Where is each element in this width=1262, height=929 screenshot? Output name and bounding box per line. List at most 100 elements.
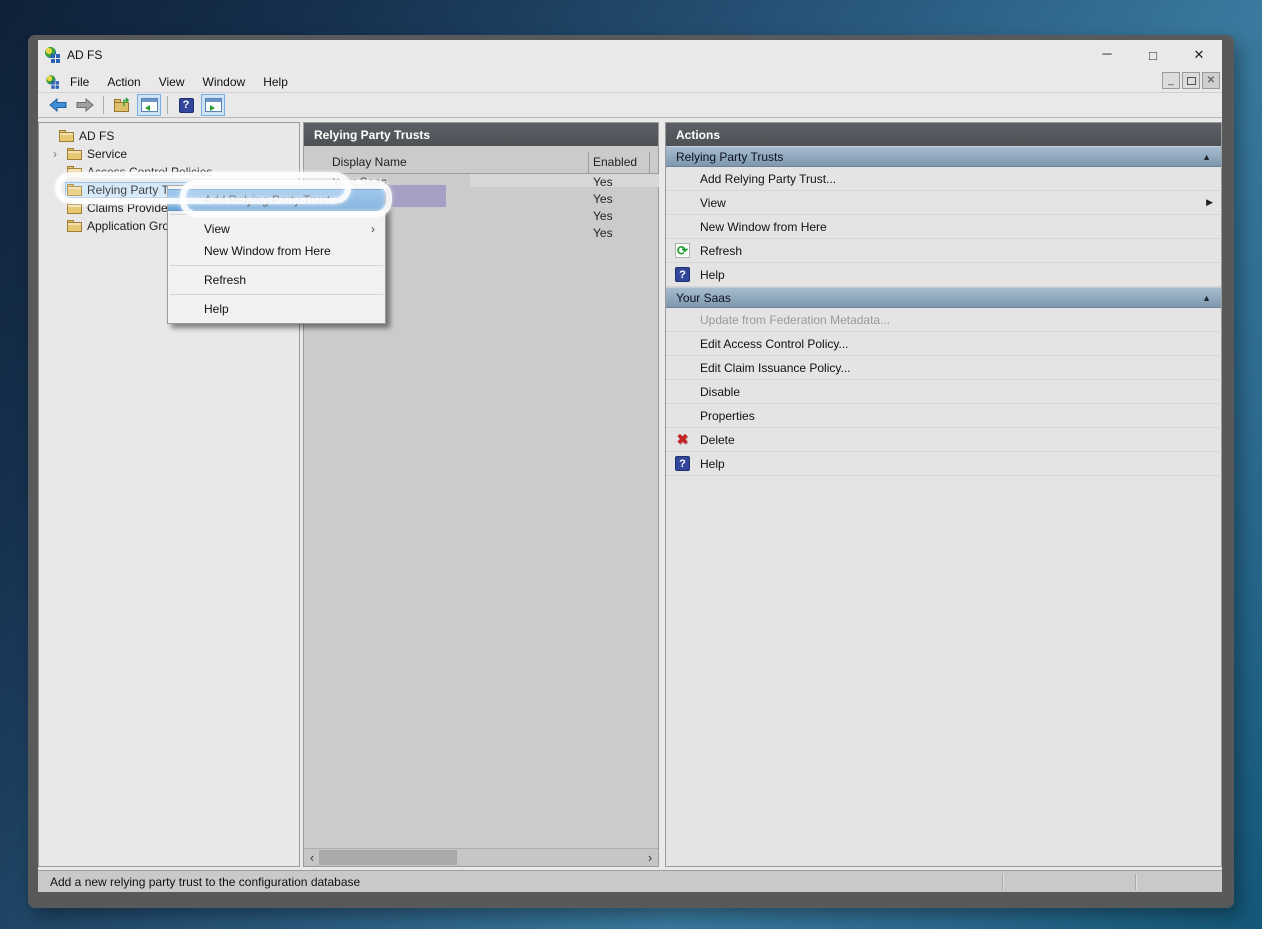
minimize-button[interactable]: ─ xyxy=(1084,40,1130,70)
menu-window[interactable]: Window xyxy=(194,73,255,91)
column-separator[interactable] xyxy=(649,152,650,174)
help-icon: ? xyxy=(179,98,194,113)
action-disable[interactable]: Disable xyxy=(666,380,1221,404)
context-menu-new-window-from-here[interactable]: New Window from Here xyxy=(168,240,385,262)
submenu-arrow-icon: ▶ xyxy=(1206,197,1213,208)
mdi-minimize-button[interactable]: _ xyxy=(1162,72,1180,89)
action-help[interactable]: ? Help xyxy=(666,452,1221,476)
menu-item-label: New Window from Here xyxy=(204,244,331,258)
folder-icon xyxy=(67,220,82,232)
action-properties[interactable]: Properties xyxy=(666,404,1221,428)
section-title: Relying Party Trusts xyxy=(676,150,783,164)
refresh-icon: ⟳ xyxy=(675,243,690,258)
scroll-left-arrow-icon[interactable]: ‹ xyxy=(304,849,320,866)
help-button[interactable]: ? xyxy=(174,94,198,116)
minimize-icon: ─ xyxy=(1102,46,1111,61)
menu-item-label: Help xyxy=(204,302,229,316)
action-help[interactable]: ? Help xyxy=(666,263,1221,287)
collapse-arrow-icon[interactable]: ▲ xyxy=(1202,293,1211,303)
context-menu: Add Relying Party Trust... View › New Wi… xyxy=(167,185,386,324)
tree-item-service[interactable]: › Service xyxy=(39,145,299,163)
close-button[interactable]: ✕ xyxy=(1176,40,1222,70)
tree-item-access-control-policies[interactable]: Access Control Policies xyxy=(39,163,299,181)
action-label: Properties xyxy=(700,409,755,423)
action-edit-claim-issuance-policy[interactable]: Edit Claim Issuance Policy... xyxy=(666,356,1221,380)
redaction-box-purple xyxy=(389,185,446,207)
menubar: File Action View Window Help _ ✕ xyxy=(38,70,1222,93)
mdi-controls: _ ✕ xyxy=(1162,72,1220,89)
folder-icon xyxy=(59,130,74,142)
context-menu-add-relying-party-trust[interactable]: Add Relying Party Trust... xyxy=(168,189,385,211)
menu-view[interactable]: View xyxy=(150,73,194,91)
action-label: View xyxy=(700,196,726,210)
expand-chevron-icon[interactable]: › xyxy=(53,148,65,160)
back-button[interactable] xyxy=(46,94,70,116)
row-enabled: Yes xyxy=(593,192,613,206)
selected-row-bar xyxy=(470,174,659,187)
maximize-button[interactable]: □ xyxy=(1130,40,1176,70)
scroll-right-arrow-icon[interactable]: › xyxy=(642,849,658,866)
results-pane-title: Relying Party Trusts xyxy=(304,123,658,146)
context-menu-view[interactable]: View › xyxy=(168,218,385,240)
mdi-restore-button[interactable] xyxy=(1182,72,1200,89)
action-label: New Window from Here xyxy=(700,220,827,234)
horizontal-scrollbar[interactable]: ‹ › xyxy=(304,848,658,866)
up-one-level-button[interactable]: ↱ xyxy=(110,94,134,116)
mdi-close-button[interactable]: ✕ xyxy=(1202,72,1220,89)
action-add-relying-party-trust[interactable]: Add Relying Party Trust... xyxy=(666,167,1221,191)
status-text: Add a new relying party trust to the con… xyxy=(50,875,360,889)
tree-item-adfs-root[interactable]: AD FS xyxy=(39,127,299,145)
tree-item-label: AD FS xyxy=(79,129,114,143)
forward-button[interactable] xyxy=(73,94,97,116)
action-update-from-federation-metadata: Update from Federation Metadata... xyxy=(666,308,1221,332)
adfs-app-icon xyxy=(45,47,61,63)
show-console-tree-button[interactable] xyxy=(137,94,161,116)
titlebar[interactable]: AD FS ─ □ ✕ xyxy=(38,40,1222,70)
show-action-pane-button[interactable] xyxy=(201,94,225,116)
help-icon: ? xyxy=(675,456,690,471)
actions-pane: Actions Relying Party Trusts ▲ Add Relyi… xyxy=(665,122,1222,867)
menu-action[interactable]: Action xyxy=(98,73,149,91)
submenu-chevron-icon: › xyxy=(371,222,375,236)
actions-section-relying-party-trusts[interactable]: Relying Party Trusts ▲ xyxy=(666,146,1221,167)
action-new-window-from-here[interactable]: New Window from Here xyxy=(666,215,1221,239)
menu-separator xyxy=(170,294,383,295)
column-separator[interactable] xyxy=(588,152,589,174)
tree-item-label: Access Control Policies xyxy=(87,165,212,179)
context-menu-refresh[interactable]: Refresh xyxy=(168,269,385,291)
toolbar-separator xyxy=(167,96,168,114)
folder-icon xyxy=(67,148,82,160)
actions-section-your-saas[interactable]: Your Saas ▲ xyxy=(666,287,1221,308)
menu-file[interactable]: File xyxy=(61,73,98,91)
action-delete[interactable]: ✖ Delete xyxy=(666,428,1221,452)
row-enabled: Yes xyxy=(593,226,613,240)
row-enabled: Yes xyxy=(593,175,613,189)
status-bar: Add a new relying party trust to the con… xyxy=(38,870,1222,892)
folder-up-icon: ↱ xyxy=(114,98,131,112)
action-view[interactable]: View ▶ xyxy=(666,191,1221,215)
window-title: AD FS xyxy=(67,48,102,62)
action-label: Delete xyxy=(700,433,735,447)
context-menu-help[interactable]: Help xyxy=(168,298,385,320)
mdi-minimize-icon: _ xyxy=(1168,75,1174,86)
action-refresh[interactable]: ⟳ Refresh xyxy=(666,239,1221,263)
menu-help[interactable]: Help xyxy=(254,73,297,91)
close-icon: ✕ xyxy=(1194,47,1205,63)
menu-item-label: Refresh xyxy=(204,273,246,287)
menu-separator xyxy=(170,265,383,266)
menu-item-label: View xyxy=(204,222,230,236)
mdi-child-icon xyxy=(46,75,60,89)
scrollbar-thumb[interactable] xyxy=(319,850,457,865)
section-title: Your Saas xyxy=(676,291,731,305)
tree-item-label: Service xyxy=(87,147,127,161)
help-icon: ? xyxy=(675,267,690,282)
column-display-name[interactable]: Display Name xyxy=(332,155,407,169)
collapse-arrow-icon[interactable]: ▲ xyxy=(1202,152,1211,162)
action-pane-icon xyxy=(205,98,222,112)
action-label: Add Relying Party Trust... xyxy=(700,172,836,186)
adfs-window: AD FS ─ □ ✕ File Action View Window Help… xyxy=(28,35,1234,908)
action-edit-access-control-policy[interactable]: Edit Access Control Policy... xyxy=(666,332,1221,356)
forward-arrow-icon xyxy=(76,98,94,112)
column-enabled[interactable]: Enabled xyxy=(593,155,637,169)
toolbar: ↱ ? xyxy=(38,93,1222,118)
